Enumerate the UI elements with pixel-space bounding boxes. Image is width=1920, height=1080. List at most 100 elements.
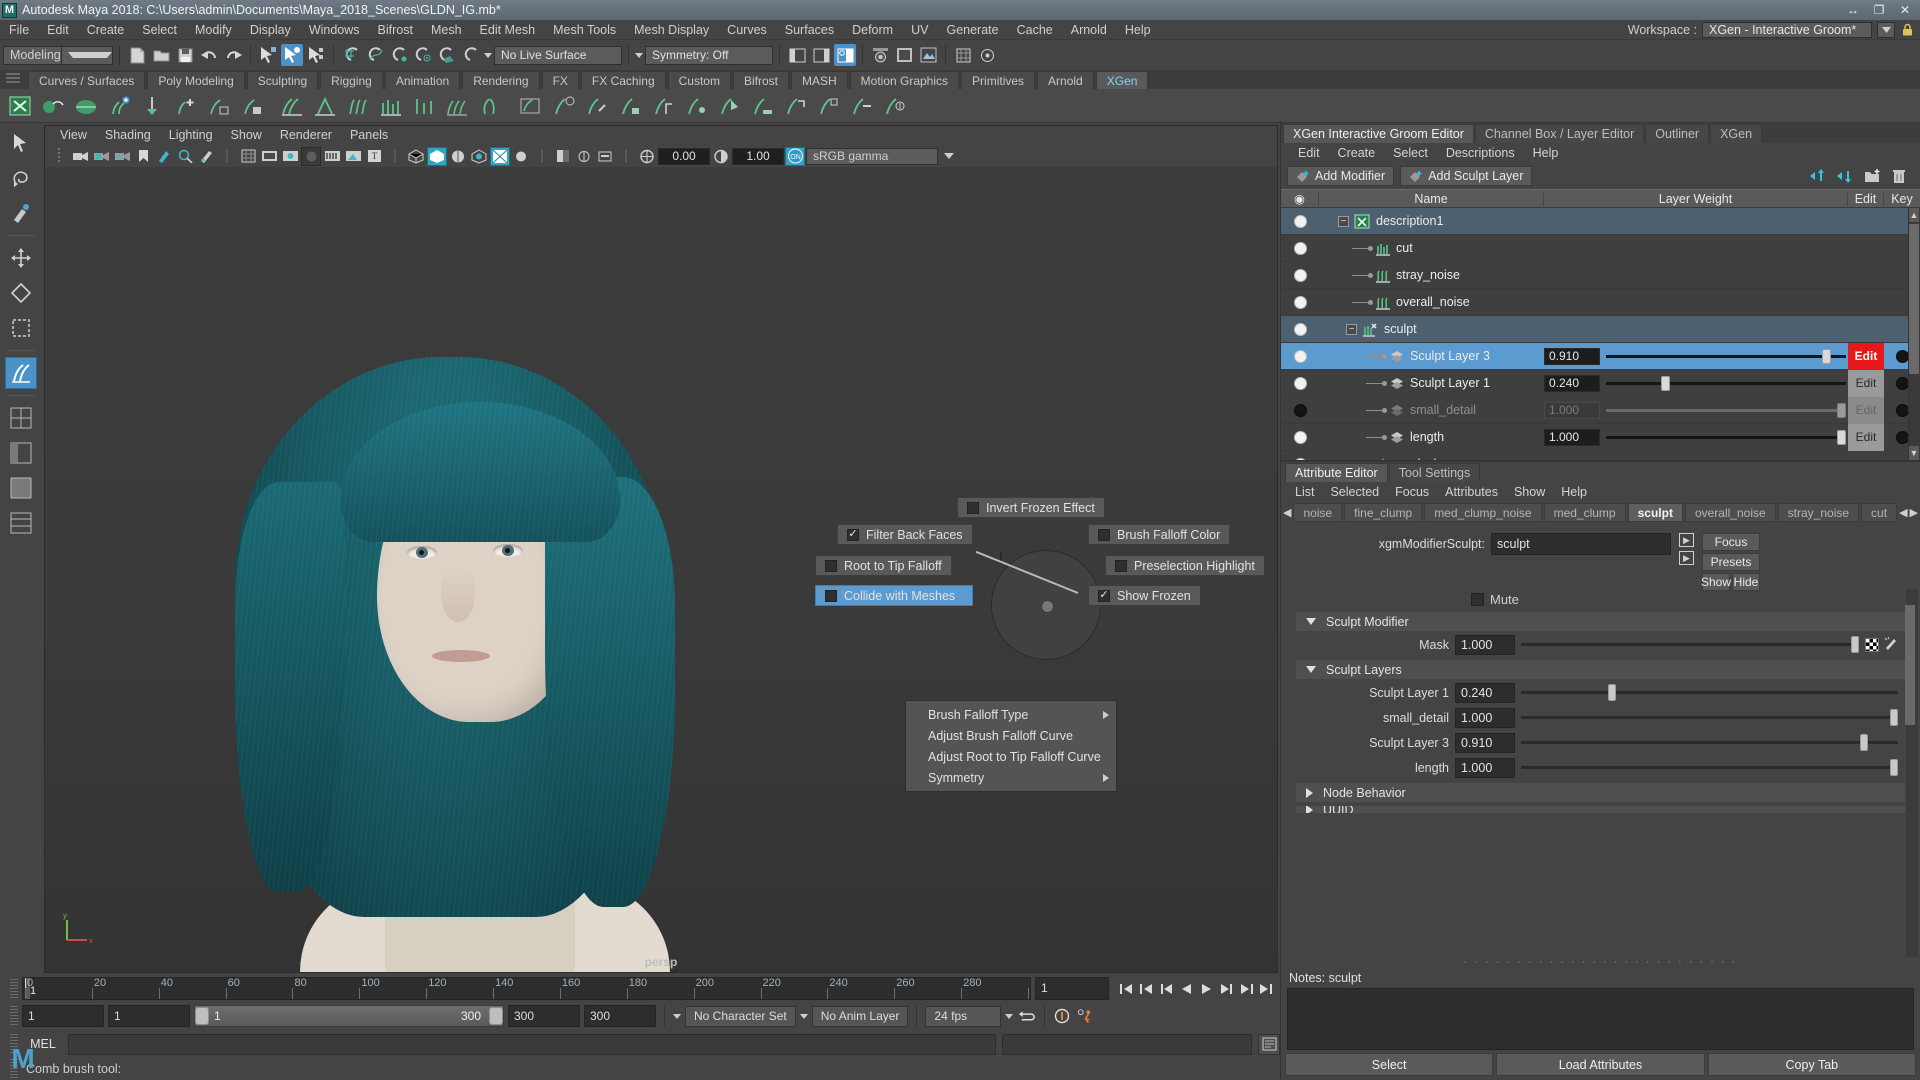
edit-button[interactable]: Edit [1848,423,1884,451]
slider-handle[interactable] [1607,684,1616,701]
checkbox-brush-falloff-color[interactable] [1098,528,1110,541]
layer-weight-slider[interactable] [1606,429,1846,446]
section-sculpt-modifier[interactable]: Sculpt Modifier [1295,611,1906,632]
scrollbar-thumb[interactable] [1905,605,1915,725]
paint-select-tool-icon[interactable] [5,197,37,229]
xgen-tool-1-icon[interactable] [515,91,546,121]
layer-weight-value[interactable]: 0.910 [1544,347,1600,365]
scale-tool-icon[interactable] [5,312,37,344]
mask-slider[interactable] [1521,635,1859,655]
viewport-menu-show[interactable]: Show [222,126,271,145]
tab-tool-settings[interactable]: Tool Settings [1388,463,1481,482]
menu-uv[interactable]: UV [902,20,937,40]
menu-cache[interactable]: Cache [1008,20,1062,40]
animation-end-field[interactable]: 300 [508,1005,580,1027]
node-tab-sculpt[interactable]: sculpt [1627,502,1683,522]
layer-weight-value[interactable]: 1.000 [1544,428,1600,446]
expander-icon[interactable]: − [1346,323,1357,335]
visibility-toggle[interactable] [1281,241,1319,255]
xgen-density-brush-icon[interactable] [441,91,472,121]
node-tab-scroll-left-icon[interactable]: ◀ [1283,503,1291,521]
visibility-toggle[interactable] [1281,295,1319,309]
menu-display[interactable]: Display [241,20,300,40]
length-slider[interactable] [1521,758,1898,778]
table-row[interactable]: stray_noise [1281,262,1920,289]
output-connection-icon[interactable]: ▶ [1679,551,1694,565]
playback-start-field[interactable]: 1 [22,1005,104,1027]
shelf-tab-poly-modeling[interactable]: Poly Modeling [147,71,245,89]
slider-handle[interactable] [1890,709,1898,726]
render-settings-icon[interactable] [917,44,939,66]
slider-handle[interactable] [1890,759,1898,776]
menu-select[interactable]: Select [133,20,186,40]
small-detail-value[interactable]: 1.000 [1455,707,1515,728]
play-backwards-icon[interactable] [1177,979,1196,999]
xgen-spline-icon[interactable] [37,91,68,121]
menu-surfaces[interactable]: Surfaces [776,20,843,40]
xgen-length-brush-icon[interactable] [408,91,439,121]
attribute-editor-scrollbar[interactable] [1905,589,1918,957]
texture-map-icon[interactable] [1865,637,1879,652]
node-tab-noise[interactable]: noise [1293,502,1343,522]
igroom-menu-edit[interactable]: Edit [1289,146,1329,160]
table-row[interactable]: small_detail 1.000 Edit [1281,396,1920,424]
command-input[interactable] [68,1033,996,1055]
table-row[interactable]: length 1.000 Edit [1281,423,1920,451]
select-by-component-icon[interactable] [305,44,327,66]
new-folder-icon[interactable] [1863,167,1881,185]
visibility-toggle[interactable] [1281,376,1319,390]
layer-weight-slider[interactable] [1606,348,1846,365]
layer-list-scrollbar[interactable]: ▲ ▼ [1908,208,1920,460]
shelf-tab-custom[interactable]: Custom [667,71,731,89]
shelf-tab-motion-graphics[interactable]: Motion Graphics [849,71,960,89]
menu-item-invert-frozen-effect[interactable]: Invert Frozen Effect [957,497,1105,518]
chevron-down-icon[interactable] [60,46,112,64]
edit-button[interactable]: Edit [1848,369,1884,397]
toggle-grid-icon[interactable] [952,44,974,66]
gate-mask-icon[interactable] [301,146,321,166]
xgen-tool-8-icon[interactable] [746,91,777,121]
igroom-menu-select[interactable]: Select [1384,146,1437,160]
command-result-field[interactable] [1002,1033,1252,1055]
notes-textarea[interactable] [1287,988,1914,1050]
xgen-add-grass-icon[interactable] [103,91,134,121]
ae-menu-show[interactable]: Show [1506,485,1553,499]
play-forwards-icon[interactable] [1197,979,1216,999]
make-live-icon[interactable] [460,44,482,66]
ipr-render-icon[interactable] [893,44,915,66]
tab-attribute-editor[interactable]: Attribute Editor [1285,463,1388,482]
table-row[interactable]: − sculpt [1281,316,1920,343]
auto-keyframe-icon[interactable] [1053,1006,1072,1026]
symmetry-chevron-icon[interactable] [635,52,643,58]
workspace-value[interactable]: XGen - Interactive Groom* [1702,21,1872,38]
color-management-toggle-icon[interactable]: ON [785,146,805,166]
viewport-menu-lighting[interactable]: Lighting [160,126,222,145]
shelf-tab-curves-surfaces[interactable]: Curves / Surfaces [28,71,146,89]
node-tab-stray-noise[interactable]: stray_noise [1777,502,1860,522]
lock-icon[interactable] [1900,22,1914,38]
menu-item-preselection-highlight[interactable]: Preselection Highlight [1105,555,1265,576]
animation-preferences-icon[interactable] [1076,1006,1095,1026]
table-row[interactable]: med_clump [1281,451,1920,460]
loop-playback-icon[interactable] [1017,1006,1036,1026]
toggle-isolate-icon[interactable] [976,44,998,66]
layout-four-view-icon[interactable] [5,402,37,434]
ae-menu-selected[interactable]: Selected [1322,485,1387,499]
move-tool-icon[interactable] [5,242,37,274]
igroom-menu-descriptions[interactable]: Descriptions [1437,146,1524,160]
menu-edit[interactable]: Edit [38,20,78,40]
menu-item-collide-with-meshes[interactable]: Collide with Meshes [815,585,973,606]
exposure-value[interactable]: 0.00 [658,147,710,165]
minimize-icon[interactable]: ↔ [1840,1,1866,19]
ae-menu-attributes[interactable]: Attributes [1437,485,1506,499]
character-set-chevron-icon[interactable] [673,1013,681,1019]
checkbox-filter-back-faces[interactable]: ✓ [847,528,859,541]
checkbox-collide-with-meshes[interactable] [825,589,837,602]
camera-attributes-icon[interactable] [112,147,132,166]
xgen-tool-2-icon[interactable] [548,91,579,121]
character-set-field[interactable]: No Character Set [685,1005,796,1027]
table-row[interactable]: − description1 [1281,208,1920,235]
copy-tab-button[interactable]: Copy Tab [1707,1053,1916,1076]
xgen-tool-5-icon[interactable] [647,91,678,121]
node-tab-fine-clump[interactable]: fine_clump [1344,502,1423,522]
